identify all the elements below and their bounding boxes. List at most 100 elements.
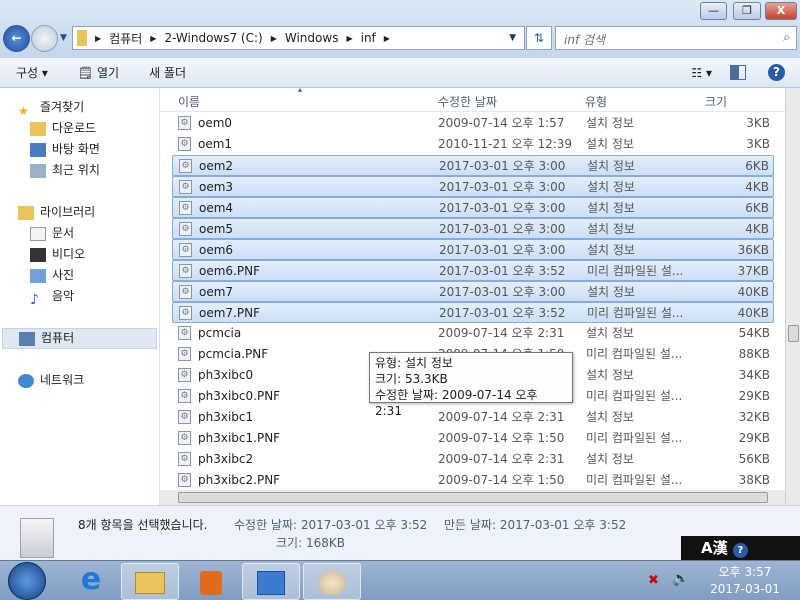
setup-info-icon: ⚙ [178, 410, 191, 424]
setup-info-icon: ⚙ [179, 222, 192, 236]
file-row[interactable]: ⚙ ph3xibc2.PNF 2009-07-14 오후 1:50 미리 컴파일… [172, 470, 774, 490]
file-row[interactable]: ⚙ ph3xibc1.PNF 2009-07-14 오후 1:50 미리 컴파일… [172, 428, 774, 449]
back-button[interactable]: ← [3, 25, 30, 52]
sidebar-libraries[interactable]: 라이브러리 [18, 202, 176, 223]
restore-button[interactable]: ❐ [733, 2, 761, 20]
minimize-button[interactable]: — [700, 2, 727, 20]
address-bar[interactable]: ▶ 컴퓨터 ▶ 2-Windows7 (C:) ▶ Windows ▶ inf ▶ ▼ [72, 26, 525, 50]
file-type: 설치 정보 [587, 243, 635, 257]
clock[interactable]: 오후 3:57 2017-03-01 [700, 564, 790, 598]
address-dropdown[interactable]: ▼ [509, 33, 516, 43]
refresh-icon[interactable]: ⇅ [526, 26, 552, 50]
file-size: 4KB [745, 180, 769, 194]
paint-icon [318, 571, 346, 595]
setup-info-icon: ⚙ [178, 116, 191, 130]
vertical-scrollbar[interactable] [785, 88, 800, 505]
file-name: pcmcia.PNF [198, 347, 269, 361]
selection-count: 8개 항목을 선택했습니다. [78, 518, 208, 532]
setup-info-icon: ⚙ [179, 243, 192, 257]
taskbar-explorer[interactable] [121, 563, 179, 600]
preview-pane-icon[interactable] [730, 65, 746, 80]
network-disconnected-icon[interactable]: ✖ [648, 573, 659, 588]
breadcrumb-inf[interactable]: inf [361, 31, 376, 45]
file-type: 설치 정보 [587, 222, 635, 236]
search-input[interactable]: inf 검색 ⌕ [555, 26, 797, 50]
file-type: 미리 컴파일된 설... [586, 347, 683, 361]
file-row[interactable]: ⚙ oem6.PNF 2017-03-01 오후 3:52 미리 컴파일된 설.… [172, 260, 774, 281]
file-size: 88KB [738, 347, 770, 361]
help-icon[interactable]: ? [768, 64, 785, 81]
file-row[interactable]: ⚙ oem7.PNF 2017-03-01 오후 3:52 미리 컴파일된 설.… [172, 302, 774, 323]
column-size[interactable]: 크기 [705, 93, 727, 110]
setup-info-icon: ⚙ [179, 201, 192, 215]
ime-toolbar[interactable]: A漢 ? [681, 536, 800, 560]
recent-pages-dropdown[interactable]: ▼ [60, 33, 67, 43]
file-size: 29KB [738, 389, 770, 403]
file-type: 설치 정보 [586, 116, 634, 130]
volume-icon[interactable]: 🔈 [672, 571, 689, 587]
tooltip-type: 유형: 설치 정보 [375, 356, 453, 370]
pnf-file-icon: ⚙ [178, 431, 191, 445]
file-row[interactable]: ⚙ oem7 2017-03-01 오후 3:00 설치 정보 40KB [172, 281, 774, 302]
ime-mode[interactable]: A漢 [701, 539, 728, 557]
file-size: 34KB [738, 368, 770, 382]
breadcrumb-windows[interactable]: Windows [285, 31, 339, 45]
open-button[interactable]: 🗒 열기 [78, 64, 119, 81]
view-options-icon[interactable]: ☷ ▾ [691, 66, 712, 80]
setup-info-icon: ⚙ [179, 285, 192, 299]
column-type[interactable]: 유형 [585, 93, 607, 110]
column-name[interactable]: 이름 [178, 93, 200, 110]
taskbar-internet-explorer[interactable]: e [62, 563, 120, 600]
file-size: 36KB [737, 243, 769, 257]
new-folder-button[interactable]: 새 폴더 [149, 64, 186, 81]
taskbar-control-panel[interactable] [242, 563, 300, 600]
video-icon [30, 247, 46, 262]
ime-help-icon[interactable]: ? [732, 543, 748, 558]
pnf-file-icon: ⚙ [178, 473, 191, 487]
file-row[interactable]: ⚙ oem3 2017-03-01 오후 3:00 설치 정보 4KB [172, 176, 774, 197]
close-button[interactable]: X [765, 2, 797, 20]
music-icon: ♪ [30, 291, 39, 308]
file-name: ph3xibc1 [198, 410, 254, 424]
file-row[interactable]: ⚙ oem4 2017-03-01 오후 3:00 설치 정보 6KB [172, 197, 774, 218]
file-size: 40KB [737, 285, 769, 299]
file-row[interactable]: ⚙ oem1 2010-11-21 오후 12:39 설치 정보 3KB [172, 134, 774, 155]
file-row[interactable]: ⚙ oem6 2017-03-01 오후 3:00 설치 정보 36KB [172, 239, 774, 260]
file-size: 6KB [745, 201, 769, 215]
taskbar-media-player[interactable] [182, 563, 240, 600]
breadcrumb-computer[interactable]: 컴퓨터 [109, 30, 142, 47]
scrollbar-thumb[interactable] [788, 325, 799, 342]
file-size: 4KB [745, 222, 769, 236]
file-name: ph3xibc1.PNF [198, 431, 281, 445]
file-date: 2017-03-01 오후 3:52 [439, 264, 566, 278]
file-date: 2009-07-14 오후 1:50 [438, 473, 565, 487]
file-name: ph3xibc0.PNF [198, 389, 281, 403]
pnf-file-icon: ⚙ [179, 264, 192, 278]
file-name: oem3 [199, 180, 234, 194]
file-name: oem6 [199, 243, 234, 257]
status-size: 크기: 168KB [276, 536, 345, 550]
column-date[interactable]: 수정한 날짜 [438, 93, 497, 110]
sidebar-network[interactable]: 네트워크 [18, 370, 176, 391]
file-row[interactable]: ⚙ oem2 2017-03-01 오후 3:00 설치 정보 6KB [172, 155, 774, 176]
forward-button[interactable] [31, 25, 58, 52]
sidebar-label: 사진 [52, 268, 75, 282]
media-player-icon [200, 571, 222, 595]
file-row[interactable]: ⚙ pcmcia 2009-07-14 오후 2:31 설치 정보 54KB [172, 323, 774, 344]
breadcrumb-drive[interactable]: 2-Windows7 (C:) [164, 31, 262, 45]
sidebar-favorites[interactable]: ★ 즐겨찾기 [18, 97, 176, 118]
file-row[interactable]: ⚙ oem5 2017-03-01 오후 3:00 설치 정보 4KB [172, 218, 774, 239]
organize-button[interactable]: 구성 ▾ [16, 64, 48, 81]
taskbar-paint[interactable] [303, 563, 361, 600]
file-row[interactable]: ⚙ oem0 2009-07-14 오후 1:57 설치 정보 3KB [172, 113, 774, 134]
sidebar-label: 네트워크 [40, 373, 85, 387]
settings-file-icon [20, 518, 54, 558]
file-name: oem6.PNF [199, 264, 260, 278]
setup-info-icon: ⚙ [178, 452, 191, 466]
scrollbar-thumb[interactable] [178, 492, 768, 503]
file-row[interactable]: ⚙ ph3xibc2 2009-07-14 오후 2:31 설치 정보 56KB [172, 449, 774, 470]
sidebar-label: 바탕 화면 [52, 142, 100, 156]
start-button[interactable] [8, 562, 46, 600]
sidebar-computer[interactable]: 컴퓨터 [2, 328, 157, 349]
horizontal-scrollbar[interactable] [160, 490, 785, 505]
